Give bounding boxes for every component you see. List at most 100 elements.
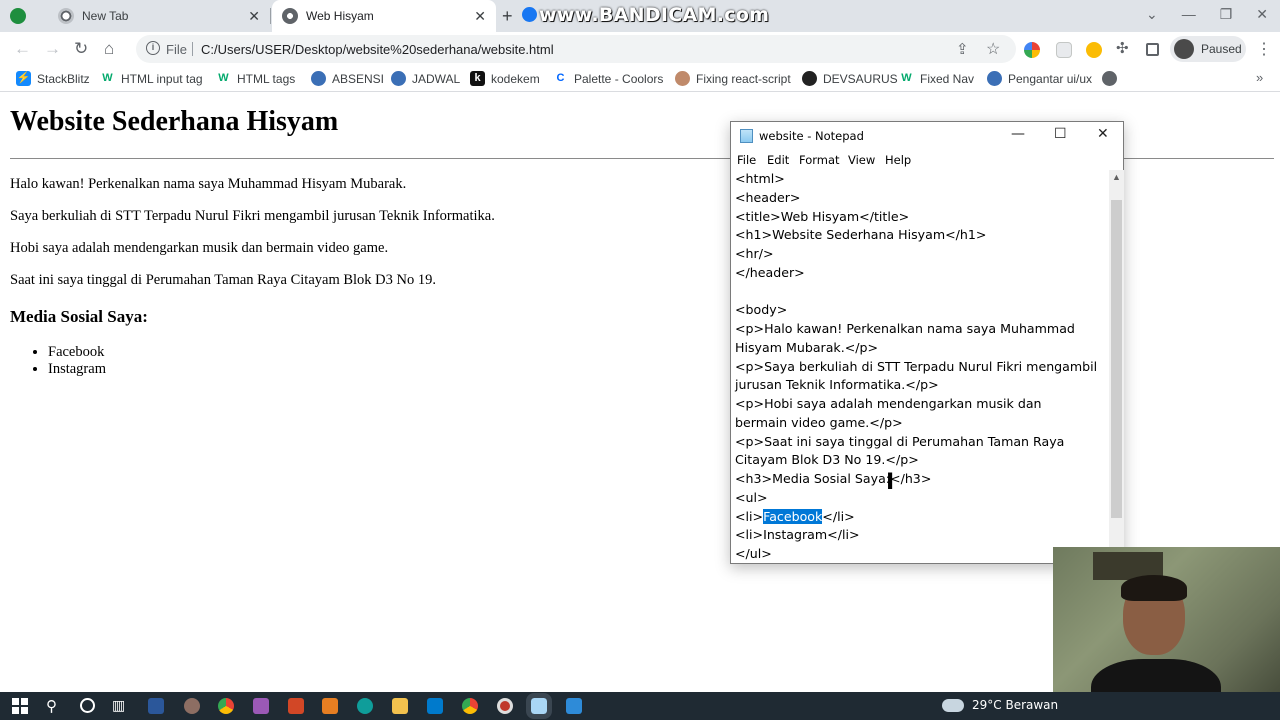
side-panel-icon[interactable] bbox=[1146, 43, 1159, 56]
new-tab-button[interactable]: + bbox=[502, 6, 513, 27]
task-view-icon[interactable]: ▥ bbox=[112, 697, 125, 714]
vertical-scrollbar[interactable]: ▲ bbox=[1109, 170, 1124, 564]
notepad-line[interactable]: </header> bbox=[735, 264, 1109, 283]
minimize-icon[interactable]: — bbox=[1011, 126, 1025, 142]
notepad-title-bar[interactable]: website - Notepad — ☐ ✕ bbox=[731, 122, 1123, 150]
notepad-line[interactable] bbox=[735, 283, 1109, 302]
maximize-icon[interactable]: ☐ bbox=[1054, 126, 1067, 142]
back-button[interactable]: ← bbox=[14, 39, 31, 59]
tab-search-icon[interactable]: ⌄ bbox=[1146, 6, 1158, 23]
bookmark-item[interactable] bbox=[1102, 71, 1117, 86]
extension-color-icon[interactable] bbox=[1024, 42, 1040, 58]
extension-avatar-icon[interactable] bbox=[1086, 42, 1102, 58]
more-menu-icon[interactable]: ⋮ bbox=[1256, 39, 1272, 59]
bookmark-item[interactable]: Pengantar ui/ux bbox=[987, 71, 1092, 86]
paragraph: Saya berkuliah di STT Terpadu Nurul Fikr… bbox=[10, 208, 495, 224]
notepad-line[interactable]: Hisyam Mubarak.</p> bbox=[735, 339, 1109, 358]
bookmark-item[interactable]: W HTML tags bbox=[216, 71, 295, 86]
tab-web-hisyam[interactable]: Web Hisyam ✕ bbox=[272, 0, 496, 32]
notepad-line[interactable]: bermain video game.</p> bbox=[735, 414, 1109, 433]
notepad-line[interactable]: <title>Web Hisyam</title> bbox=[735, 208, 1109, 227]
bookmark-item[interactable]: W HTML input tag bbox=[100, 71, 202, 86]
extensions-puzzle-icon[interactable]: ✣ bbox=[1116, 39, 1132, 57]
profile-button[interactable]: Paused bbox=[1170, 36, 1246, 62]
reload-button[interactable]: ↻ bbox=[74, 39, 88, 59]
search-icon[interactable]: ⚲ bbox=[46, 697, 57, 715]
scroll-up-icon[interactable]: ▲ bbox=[1112, 172, 1121, 182]
notepad-line[interactable]: <li>Facebook</li> bbox=[735, 508, 1109, 527]
social-media-list: Facebook Instagram bbox=[48, 344, 106, 378]
word-icon[interactable] bbox=[148, 698, 164, 714]
edge-icon[interactable] bbox=[357, 698, 373, 714]
extension-blank-icon[interactable] bbox=[1056, 42, 1072, 58]
vscode-icon[interactable] bbox=[427, 698, 443, 714]
address-url[interactable]: C:/Users/USER/Desktop/website%20sederhan… bbox=[201, 42, 554, 57]
bookmark-item[interactable]: k kodekem bbox=[470, 71, 540, 86]
forward-button[interactable]: → bbox=[44, 39, 61, 59]
notepad-icon[interactable] bbox=[526, 693, 552, 719]
chrome-icon[interactable] bbox=[218, 698, 234, 714]
globe-icon bbox=[1102, 71, 1117, 86]
close-window-icon[interactable]: ✕ bbox=[1256, 6, 1268, 23]
notepad-line[interactable]: <header> bbox=[735, 189, 1109, 208]
profile-status: Paused bbox=[1201, 42, 1242, 56]
notepad-line[interactable]: <p>Hobi saya adalah mendengarkan musik d… bbox=[735, 395, 1109, 414]
bookmark-item[interactable]: ⚡ StackBlitz bbox=[16, 71, 90, 86]
notepad-line[interactable]: jurusan Teknik Informatika.</p> bbox=[735, 376, 1109, 395]
notepad-line[interactable]: <hr/> bbox=[735, 245, 1109, 264]
webcam-person-hair bbox=[1121, 575, 1187, 601]
scrollbar-thumb[interactable] bbox=[1111, 200, 1122, 518]
close-tab-icon[interactable]: ✕ bbox=[474, 8, 486, 25]
bookmark-item[interactable]: Fixing react-script bbox=[675, 71, 791, 86]
bookmark-item[interactable]: W Fixed Nav bbox=[899, 71, 974, 86]
notepad-line[interactable]: <html> bbox=[735, 170, 1109, 189]
notepad-line[interactable]: <ul> bbox=[735, 489, 1109, 508]
info-icon[interactable]: i bbox=[146, 41, 160, 55]
powerpoint-icon[interactable] bbox=[288, 698, 304, 714]
minimize-icon[interactable]: — bbox=[1182, 6, 1196, 23]
globe-icon bbox=[311, 71, 326, 86]
address-bar[interactable]: i File C:/Users/USER/Desktop/website%20s… bbox=[136, 35, 1016, 63]
menu-format[interactable]: Format bbox=[799, 153, 840, 167]
bookmark-item[interactable]: ABSENSI bbox=[311, 71, 384, 86]
close-tab-icon[interactable]: ✕ bbox=[248, 8, 260, 25]
notepad-line[interactable]: <h3>Media Sosial Saya:</h3> bbox=[735, 470, 1109, 489]
menu-edit[interactable]: Edit bbox=[767, 153, 789, 167]
app-icon[interactable] bbox=[566, 698, 582, 714]
menu-view[interactable]: View bbox=[848, 153, 875, 167]
notepad-text-area[interactable]: <html> <header> <title>Web Hisyam</title> <… bbox=[731, 170, 1109, 564]
chrome-icon[interactable] bbox=[462, 698, 478, 714]
menu-help[interactable]: Help bbox=[885, 153, 911, 167]
close-icon[interactable]: ✕ bbox=[1097, 126, 1109, 142]
share-icon[interactable]: ⇪ bbox=[956, 40, 969, 58]
app-icon[interactable] bbox=[253, 698, 269, 714]
tab-group-badge[interactable] bbox=[10, 0, 50, 32]
notepad-line[interactable]: <p>Saat ini saya tinggal di Perumahan Ta… bbox=[735, 433, 1109, 452]
bookmark-item[interactable]: C Palette - Coolors bbox=[553, 71, 664, 86]
home-button[interactable]: ⌂ bbox=[104, 39, 114, 59]
weather-status[interactable]: 29°C Berawan bbox=[972, 698, 1058, 712]
cortana-icon[interactable] bbox=[80, 698, 95, 713]
notepad-window[interactable]: website - Notepad — ☐ ✕ File Edit Format… bbox=[730, 121, 1124, 564]
bandicam-icon[interactable] bbox=[497, 698, 513, 714]
bookmark-star-icon[interactable]: ☆ bbox=[986, 39, 1000, 59]
bookmark-label: JADWAL bbox=[412, 71, 461, 86]
notepad-line[interactable]: <h1>Website Sederhana Hisyam</h1> bbox=[735, 226, 1109, 245]
notepad-line[interactable]: <p>Saya berkuliah di STT Terpadu Nurul F… bbox=[735, 358, 1109, 377]
bookmark-label: Pengantar ui/ux bbox=[1008, 71, 1093, 86]
notepad-line[interactable]: <li>Instagram</li> bbox=[735, 526, 1109, 545]
restore-icon[interactable]: ❐ bbox=[1220, 6, 1233, 23]
file-explorer-icon[interactable] bbox=[392, 698, 408, 714]
notepad-line[interactable]: <body> bbox=[735, 301, 1109, 320]
more-bookmarks-icon[interactable]: » bbox=[1256, 70, 1263, 85]
bookmark-item[interactable]: JADWAL bbox=[391, 71, 460, 86]
app-icon[interactable] bbox=[322, 698, 338, 714]
app-icon[interactable] bbox=[184, 698, 200, 714]
notepad-line[interactable]: Citayam Blok D3 No 19.</p> bbox=[735, 451, 1109, 470]
notepad-line[interactable]: <p>Halo kawan! Perkenalkan nama saya Muh… bbox=[735, 320, 1109, 339]
menu-file[interactable]: File bbox=[737, 153, 756, 167]
selected-text[interactable]: Facebook bbox=[763, 508, 823, 524]
tab-new-tab[interactable]: New Tab ✕ bbox=[52, 0, 270, 32]
start-button[interactable] bbox=[12, 698, 28, 714]
bookmark-item[interactable]: DEVSAURUS bbox=[802, 71, 898, 86]
